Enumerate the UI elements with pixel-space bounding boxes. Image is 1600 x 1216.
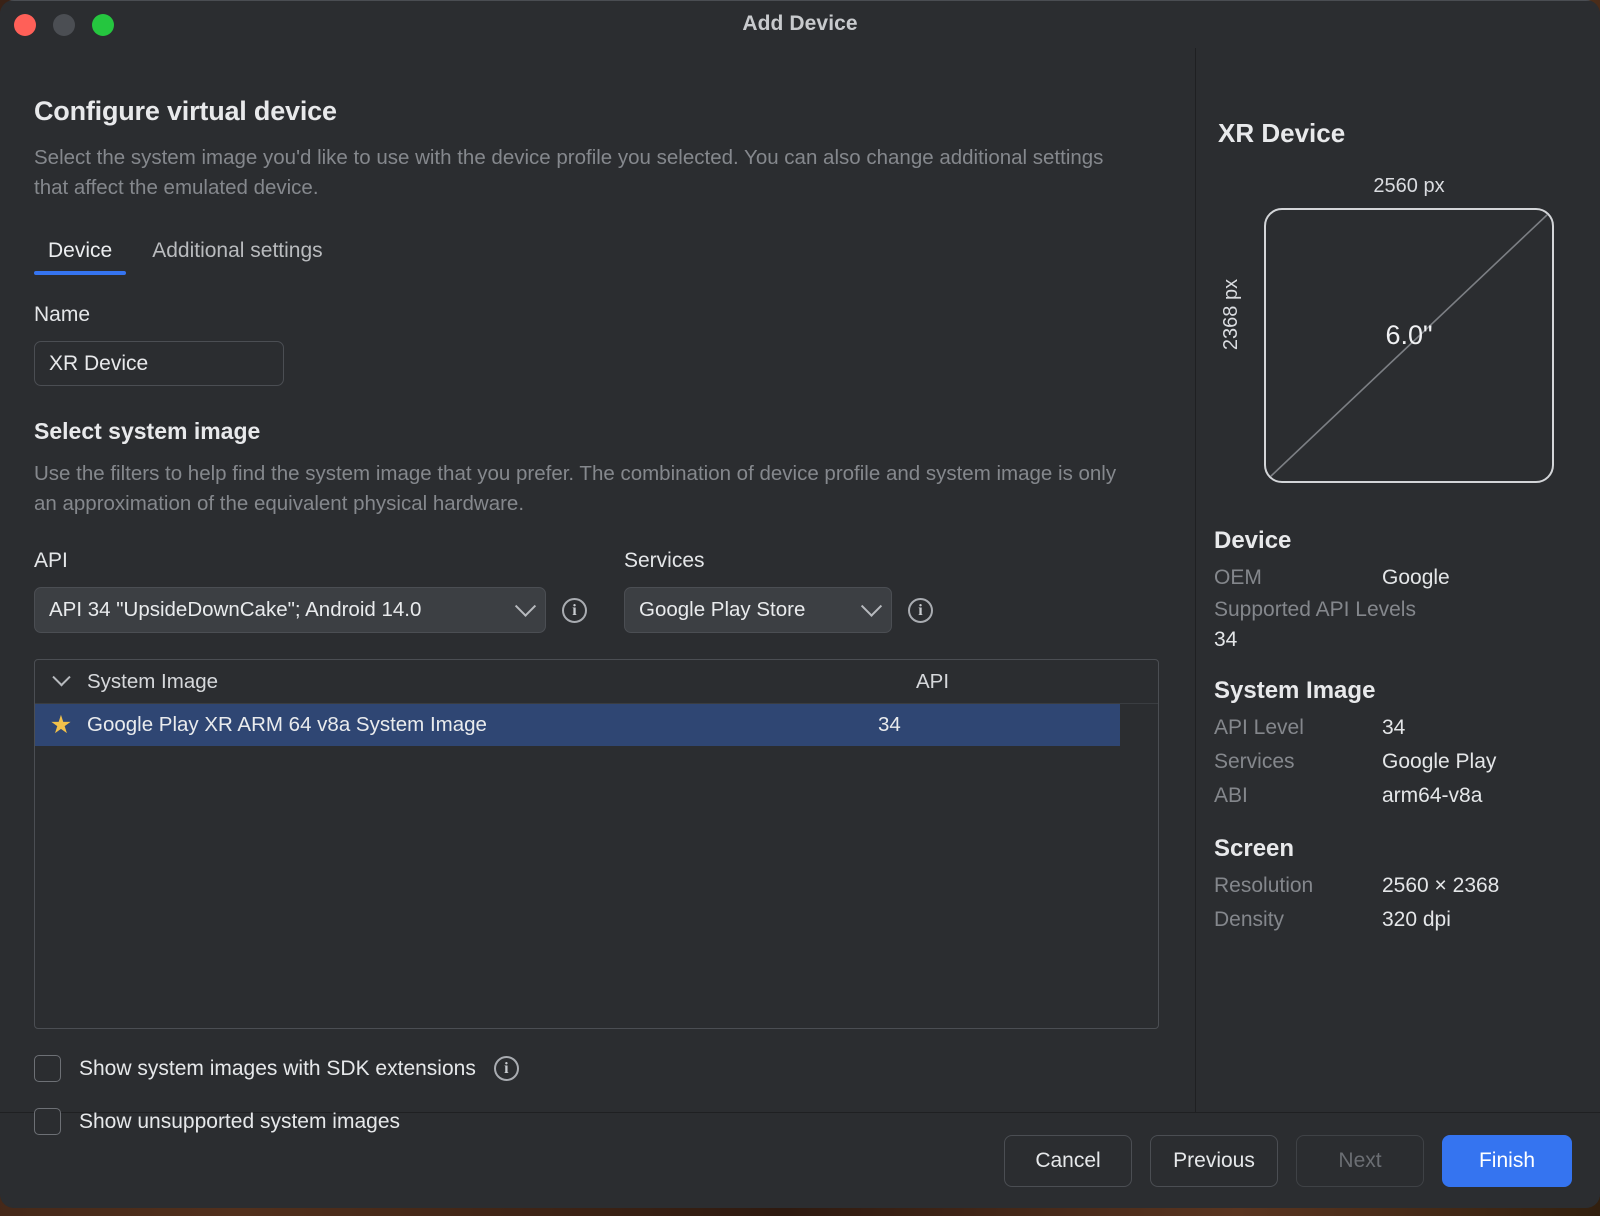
spec-value-resolution: 2560 × 2368: [1382, 869, 1499, 903]
spec-key-resolution: Resolution: [1214, 869, 1382, 903]
column-header-api[interactable]: API: [916, 670, 1158, 694]
spec-heading-device: Device: [1214, 527, 1576, 555]
collapse-toggle[interactable]: [35, 675, 87, 688]
services-filter-group: Services Google Play Store i: [624, 549, 933, 633]
configuration-pane: Configure virtual device Select the syst…: [0, 48, 1195, 1112]
checkbox-sdk-extensions[interactable]: [34, 1055, 61, 1082]
cancel-button[interactable]: Cancel: [1004, 1135, 1132, 1187]
checkbox-row-unsupported-images: Show unsupported system images: [34, 1108, 1159, 1135]
spec-key-supported-api-levels: Supported API Levels: [1214, 595, 1576, 625]
services-dropdown-value: Google Play Store: [639, 598, 805, 622]
spec-row-resolution: Resolution 2560 × 2368: [1214, 869, 1576, 903]
spec-value-supported-api-levels: 34: [1214, 625, 1576, 655]
spec-group-device: Device OEM Google Supported API Levels 3…: [1214, 527, 1576, 655]
next-button: Next: [1296, 1135, 1424, 1187]
previous-button[interactable]: Previous: [1150, 1135, 1278, 1187]
screen-diagonal-label: 6.0": [1266, 320, 1552, 351]
name-label: Name: [34, 303, 1159, 327]
page-title: Configure virtual device: [34, 96, 1159, 127]
table-row[interactable]: ★ Google Play XR ARM 64 v8a System Image…: [35, 704, 1120, 746]
spec-row-supported-api-levels: Supported API Levels 34: [1214, 595, 1576, 655]
table-header-row: System Image API: [35, 660, 1158, 704]
spec-heading-system-image: System Image: [1214, 677, 1576, 705]
select-system-image-description: Use the filters to help find the system …: [34, 459, 1119, 519]
table-cell-api: 34: [878, 713, 1120, 737]
services-dropdown[interactable]: Google Play Store: [624, 587, 892, 633]
window-title: Add Device: [0, 12, 1600, 36]
dialog-body: Configure virtual device Select the syst…: [0, 48, 1600, 1112]
spec-key-abi: ABI: [1214, 779, 1382, 813]
title-bar: Add Device: [0, 0, 1600, 48]
filter-row: API API 34 "UpsideDownCake"; Android 14.…: [34, 549, 1159, 633]
spec-key-services: Services: [1214, 745, 1382, 779]
spec-row-oem: OEM Google: [1214, 561, 1576, 595]
checkbox-unsupported-images[interactable]: [34, 1108, 61, 1135]
api-filter-group: API API 34 "UpsideDownCake"; Android 14.…: [34, 549, 624, 633]
page-description: Select the system image you'd like to us…: [34, 143, 1119, 203]
spec-row-density: Density 320 dpi: [1214, 903, 1576, 937]
spec-value-abi: arm64-v8a: [1382, 779, 1482, 813]
spec-key-density: Density: [1214, 903, 1382, 937]
spec-value-density: 320 dpi: [1382, 903, 1451, 937]
api-level-dropdown-value: API 34 "UpsideDownCake"; Android 14.0: [49, 598, 421, 622]
services-filter-controls: Google Play Store i: [624, 587, 933, 633]
select-system-image-heading: Select system image: [34, 418, 1159, 445]
favorite-star-cell[interactable]: ★: [35, 713, 87, 738]
api-filter-controls: API 34 "UpsideDownCake"; Android 14.0 i: [34, 587, 624, 633]
add-device-dialog-window: Add Device Configure virtual device Sele…: [0, 0, 1600, 1208]
device-details-pane: XR Device 2560 px 2368 px 6.0" Device OE…: [1195, 48, 1600, 1112]
column-header-system-image[interactable]: System Image: [87, 670, 916, 694]
chevron-down-icon: [861, 595, 882, 616]
checkbox-label-sdk-extensions[interactable]: Show system images with SDK extensions: [79, 1057, 476, 1081]
spec-value-services: Google Play: [1382, 745, 1496, 779]
spec-key-oem: OEM: [1214, 561, 1382, 595]
screen-width-label: 2560 px: [1264, 175, 1554, 198]
services-filter-label: Services: [624, 549, 933, 573]
checkbox-label-unsupported-images[interactable]: Show unsupported system images: [79, 1110, 400, 1134]
api-filter-label: API: [34, 549, 624, 573]
tab-bar: Device Additional settings: [34, 235, 1159, 275]
spec-row-abi: ABI arm64-v8a: [1214, 779, 1576, 813]
finish-button[interactable]: Finish: [1442, 1135, 1572, 1187]
api-level-dropdown[interactable]: API 34 "UpsideDownCake"; Android 14.0: [34, 587, 546, 633]
chevron-down-icon: [52, 668, 70, 686]
api-info-icon[interactable]: i: [562, 598, 587, 623]
spec-value-oem: Google: [1382, 561, 1450, 595]
chevron-down-icon: [515, 595, 536, 616]
screen-outline: 6.0": [1264, 208, 1554, 483]
screen-height-label: 2368 px: [1220, 279, 1243, 350]
tab-additional-settings[interactable]: Additional settings: [138, 235, 336, 275]
device-preview-figure: 2560 px 2368 px 6.0": [1214, 175, 1576, 505]
details-title: XR Device: [1218, 118, 1576, 149]
sdk-extensions-info-icon[interactable]: i: [494, 1056, 519, 1081]
system-image-table[interactable]: System Image API ★ Google Play XR ARM 64…: [34, 659, 1159, 1029]
services-info-icon[interactable]: i: [908, 598, 933, 623]
tab-device[interactable]: Device: [34, 235, 126, 275]
star-icon[interactable]: ★: [50, 713, 72, 738]
spec-key-api-level: API Level: [1214, 711, 1382, 745]
spec-value-api-level: 34: [1382, 711, 1405, 745]
spec-row-services: Services Google Play: [1214, 745, 1576, 779]
checkbox-row-sdk-extensions: Show system images with SDK extensions i: [34, 1055, 1159, 1082]
spec-group-system-image: System Image API Level 34 Services Googl…: [1214, 677, 1576, 813]
table-cell-system-image: Google Play XR ARM 64 v8a System Image: [87, 713, 878, 737]
spec-group-screen: Screen Resolution 2560 × 2368 Density 32…: [1214, 835, 1576, 937]
spec-heading-screen: Screen: [1214, 835, 1576, 863]
spec-row-api-level: API Level 34: [1214, 711, 1576, 745]
device-name-input[interactable]: [34, 341, 284, 386]
